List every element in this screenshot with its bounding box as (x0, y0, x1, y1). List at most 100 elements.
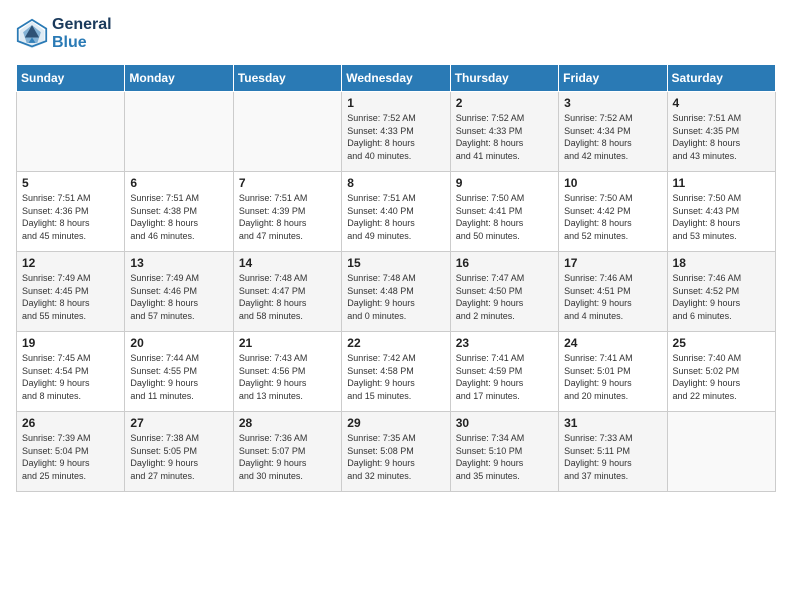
day-info: Sunrise: 7:51 AM Sunset: 4:36 PM Dayligh… (22, 192, 119, 242)
day-info: Sunrise: 7:47 AM Sunset: 4:50 PM Dayligh… (456, 272, 553, 322)
calendar-cell: 19 Sunrise: 7:45 AM Sunset: 4:54 PM Dayli… (17, 332, 125, 412)
day-info: Sunrise: 7:42 AM Sunset: 4:58 PM Dayligh… (347, 352, 444, 402)
day-info: Sunrise: 7:51 AM Sunset: 4:39 PM Dayligh… (239, 192, 336, 242)
day-header-thursday: Thursday (450, 65, 558, 92)
day-number: 6 (130, 176, 227, 190)
day-number: 19 (22, 336, 119, 350)
calendar-cell: 23 Sunrise: 7:41 AM Sunset: 4:59 PM Dayli… (450, 332, 558, 412)
day-number: 1 (347, 96, 444, 110)
calendar-cell: 10Sunrise: 7:50 AM Sunset: 4:42 PM Dayli… (559, 172, 667, 252)
day-number: 25 (673, 336, 770, 350)
calendar-cell: 26 Sunrise: 7:39 AM Sunset: 5:04 PM Dayli… (17, 412, 125, 492)
calendar-cell: 1 Sunrise: 7:52 AM Sunset: 4:33 PM Daylig… (342, 92, 450, 172)
day-number: 5 (22, 176, 119, 190)
day-number: 31 (564, 416, 661, 430)
day-info: Sunrise: 7:49 AM Sunset: 4:45 PM Dayligh… (22, 272, 119, 322)
day-number: 15 (347, 256, 444, 270)
calendar-cell: 27Sunrise: 7:38 AM Sunset: 5:05 PM Dayli… (125, 412, 233, 492)
logo-text: General Blue (52, 16, 112, 52)
calendar-cell: 2 Sunrise: 7:52 AM Sunset: 4:33 PM Daylig… (450, 92, 558, 172)
day-info: Sunrise: 7:41 AM Sunset: 4:59 PM Dayligh… (456, 352, 553, 402)
day-number: 3 (564, 96, 661, 110)
day-info: Sunrise: 7:46 AM Sunset: 4:52 PM Dayligh… (673, 272, 770, 322)
day-number: 28 (239, 416, 336, 430)
day-info: Sunrise: 7:49 AM Sunset: 4:46 PM Dayligh… (130, 272, 227, 322)
calendar-cell: 29Sunrise: 7:35 AM Sunset: 5:08 PM Dayli… (342, 412, 450, 492)
calendar-cell: 4 Sunrise: 7:51 AM Sunset: 4:35 PM Daylig… (667, 92, 775, 172)
day-number: 23 (456, 336, 553, 350)
calendar-cell: 12 Sunrise: 7:49 AM Sunset: 4:45 PM Dayli… (17, 252, 125, 332)
calendar-cell: 18 Sunrise: 7:46 AM Sunset: 4:52 PM Dayli… (667, 252, 775, 332)
calendar-cell: 24 Sunrise: 7:41 AM Sunset: 5:01 PM Dayli… (559, 332, 667, 412)
day-number: 11 (673, 176, 770, 190)
day-number: 14 (239, 256, 336, 270)
calendar-week-4: 19 Sunrise: 7:45 AM Sunset: 4:54 PM Dayli… (17, 332, 776, 412)
calendar-cell: 31Sunrise: 7:33 AM Sunset: 5:11 PM Dayli… (559, 412, 667, 492)
calendar-cell (667, 412, 775, 492)
day-info: Sunrise: 7:45 AM Sunset: 4:54 PM Dayligh… (22, 352, 119, 402)
day-info: Sunrise: 7:34 AM Sunset: 5:10 PM Dayligh… (456, 432, 553, 482)
day-number: 8 (347, 176, 444, 190)
day-header-monday: Monday (125, 65, 233, 92)
calendar-cell: 25 Sunrise: 7:40 AM Sunset: 5:02 PM Dayli… (667, 332, 775, 412)
calendar-cell: 9Sunrise: 7:50 AM Sunset: 4:41 PM Daylig… (450, 172, 558, 252)
day-number: 10 (564, 176, 661, 190)
day-info: Sunrise: 7:40 AM Sunset: 5:02 PM Dayligh… (673, 352, 770, 402)
calendar-cell: 16 Sunrise: 7:47 AM Sunset: 4:50 PM Dayli… (450, 252, 558, 332)
logo-icon (16, 18, 48, 50)
day-info: Sunrise: 7:51 AM Sunset: 4:38 PM Dayligh… (130, 192, 227, 242)
day-info: Sunrise: 7:41 AM Sunset: 5:01 PM Dayligh… (564, 352, 661, 402)
day-header-wednesday: Wednesday (342, 65, 450, 92)
day-info: Sunrise: 7:52 AM Sunset: 4:34 PM Dayligh… (564, 112, 661, 162)
day-info: Sunrise: 7:51 AM Sunset: 4:40 PM Dayligh… (347, 192, 444, 242)
calendar-cell: 13 Sunrise: 7:49 AM Sunset: 4:46 PM Dayli… (125, 252, 233, 332)
day-info: Sunrise: 7:52 AM Sunset: 4:33 PM Dayligh… (456, 112, 553, 162)
calendar-cell: 5 Sunrise: 7:51 AM Sunset: 4:36 PM Daylig… (17, 172, 125, 252)
header-row: SundayMondayTuesdayWednesdayThursdayFrid… (17, 65, 776, 92)
calendar-cell: 21Sunrise: 7:43 AM Sunset: 4:56 PM Dayli… (233, 332, 341, 412)
calendar-week-3: 12 Sunrise: 7:49 AM Sunset: 4:45 PM Dayli… (17, 252, 776, 332)
day-header-sunday: Sunday (17, 65, 125, 92)
calendar-week-5: 26 Sunrise: 7:39 AM Sunset: 5:04 PM Dayli… (17, 412, 776, 492)
day-info: Sunrise: 7:36 AM Sunset: 5:07 PM Dayligh… (239, 432, 336, 482)
day-info: Sunrise: 7:48 AM Sunset: 4:48 PM Dayligh… (347, 272, 444, 322)
calendar-cell: 3 Sunrise: 7:52 AM Sunset: 4:34 PM Daylig… (559, 92, 667, 172)
day-info: Sunrise: 7:38 AM Sunset: 5:05 PM Dayligh… (130, 432, 227, 482)
calendar-cell (125, 92, 233, 172)
day-header-saturday: Saturday (667, 65, 775, 92)
calendar-cell: 7Sunrise: 7:51 AM Sunset: 4:39 PM Daylig… (233, 172, 341, 252)
calendar-cell: 15 Sunrise: 7:48 AM Sunset: 4:48 PM Dayli… (342, 252, 450, 332)
calendar-cell (233, 92, 341, 172)
calendar-cell: 6 Sunrise: 7:51 AM Sunset: 4:38 PM Daylig… (125, 172, 233, 252)
day-number: 16 (456, 256, 553, 270)
day-header-tuesday: Tuesday (233, 65, 341, 92)
day-number: 4 (673, 96, 770, 110)
day-info: Sunrise: 7:48 AM Sunset: 4:47 PM Dayligh… (239, 272, 336, 322)
day-info: Sunrise: 7:51 AM Sunset: 4:35 PM Dayligh… (673, 112, 770, 162)
calendar-table: SundayMondayTuesdayWednesdayThursdayFrid… (16, 64, 776, 492)
day-number: 13 (130, 256, 227, 270)
calendar-cell: 20Sunrise: 7:44 AM Sunset: 4:55 PM Dayli… (125, 332, 233, 412)
logo: General Blue (16, 16, 112, 52)
calendar-week-2: 5 Sunrise: 7:51 AM Sunset: 4:36 PM Daylig… (17, 172, 776, 252)
calendar-cell: 28 Sunrise: 7:36 AM Sunset: 5:07 PM Dayli… (233, 412, 341, 492)
day-info: Sunrise: 7:43 AM Sunset: 4:56 PM Dayligh… (239, 352, 336, 402)
day-number: 9 (456, 176, 553, 190)
day-number: 29 (347, 416, 444, 430)
calendar-cell: 11Sunrise: 7:50 AM Sunset: 4:43 PM Dayli… (667, 172, 775, 252)
day-number: 30 (456, 416, 553, 430)
day-info: Sunrise: 7:39 AM Sunset: 5:04 PM Dayligh… (22, 432, 119, 482)
day-number: 18 (673, 256, 770, 270)
day-number: 26 (22, 416, 119, 430)
day-info: Sunrise: 7:46 AM Sunset: 4:51 PM Dayligh… (564, 272, 661, 322)
calendar-cell: 14 Sunrise: 7:48 AM Sunset: 4:47 PM Dayli… (233, 252, 341, 332)
calendar-week-1: 1 Sunrise: 7:52 AM Sunset: 4:33 PM Daylig… (17, 92, 776, 172)
day-number: 12 (22, 256, 119, 270)
calendar-cell: 17 Sunrise: 7:46 AM Sunset: 4:51 PM Dayli… (559, 252, 667, 332)
day-number: 2 (456, 96, 553, 110)
day-number: 24 (564, 336, 661, 350)
day-info: Sunrise: 7:52 AM Sunset: 4:33 PM Dayligh… (347, 112, 444, 162)
day-number: 17 (564, 256, 661, 270)
calendar-cell (17, 92, 125, 172)
day-info: Sunrise: 7:44 AM Sunset: 4:55 PM Dayligh… (130, 352, 227, 402)
